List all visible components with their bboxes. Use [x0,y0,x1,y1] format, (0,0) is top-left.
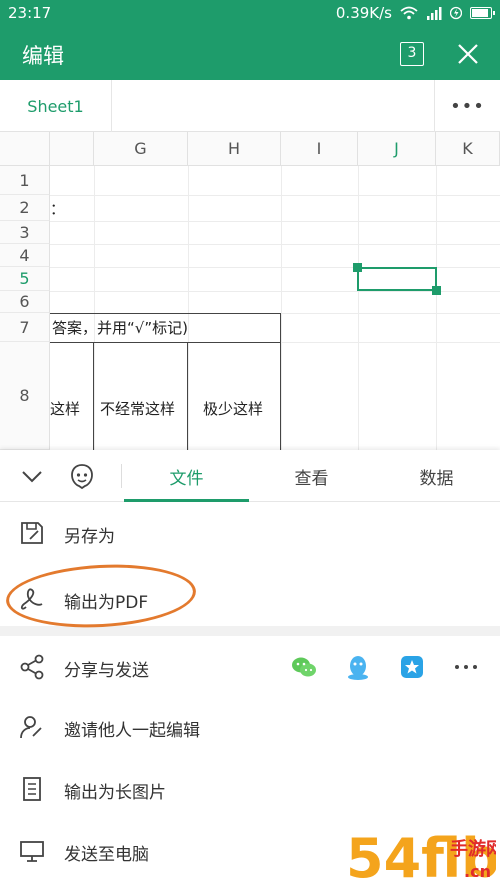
row-header-1[interactable]: 1 [0,166,50,195]
gridline [50,221,500,222]
selection-handle-top-left[interactable] [353,263,362,272]
wechat-icon[interactable] [290,653,318,681]
tab-file[interactable]: 文件 [124,450,249,502]
menu-item-share-send[interactable]: 分享与发送 [0,636,500,698]
qq-icon[interactable] [344,653,372,681]
status-bar: 23:17 0.39K/s [0,0,500,28]
row-header-4[interactable]: 4 [0,244,50,267]
row-header-2[interactable]: 2 [0,195,50,221]
section-divider [0,626,500,636]
tab-data[interactable]: 数据 [374,450,499,502]
row-header-8[interactable]: 8 [0,342,50,450]
gridline [94,166,95,450]
panel-tab-bar: 文件 查看 数据 [0,450,500,502]
watermark-sub: .cn [464,862,491,881]
gridline [50,195,500,196]
gridline [50,244,500,245]
cell-r7[interactable]: 答案，并用“√”标记) [52,317,188,338]
menu-label: 另存为 [64,527,115,547]
network-speed: 0.39K/s [335,4,392,22]
menu-item-save-as[interactable]: 另存为 [0,502,500,564]
long-image-icon [23,777,41,801]
status-right: 0.39K/s [335,4,495,22]
charging-icon [450,6,462,20]
battery-icon [470,7,495,19]
collapse-chevron-icon[interactable] [18,462,46,490]
gridline [188,166,189,450]
column-header-g[interactable]: G [94,132,188,166]
menu-label: 发送至电脑 [64,845,149,865]
gridline [358,166,359,450]
gridline [436,166,437,450]
row-header-7[interactable]: 7 [0,313,50,342]
column-header-j[interactable]: J [358,132,436,166]
assistant-icon[interactable] [68,462,96,490]
invite-user-icon [20,716,42,739]
spreadsheet-grid[interactable]: G H I J K 1 2 3 4 5 6 7 8 ： 答案，并用“√”标记) … [0,132,500,450]
cell-r8-c1[interactable]: 这样 [50,398,80,419]
table-border [93,342,94,450]
cell-selection-j5[interactable] [357,267,437,291]
sheet-more-button[interactable]: ••• [434,80,500,132]
column-header-h[interactable]: H [188,132,281,166]
table-border [50,342,281,343]
sheet-tab-sheet1[interactable]: Sheet1 [0,80,112,132]
signal-icon [427,7,442,20]
table-border [280,313,281,450]
save-as-icon [21,522,43,544]
table-border [187,342,188,450]
selection-handle-bottom-right[interactable] [432,286,441,295]
row-header-6[interactable]: 6 [0,291,50,313]
tab-count-button[interactable]: 3 [400,42,424,66]
menu-label: 邀请他人一起编辑 [64,721,200,741]
column-header-i[interactable]: I [281,132,358,166]
table-border [50,313,281,314]
tab-separator [121,464,122,488]
computer-icon [20,841,44,862]
menu-item-invite-edit[interactable]: 邀请他人一起编辑 [0,696,500,758]
close-icon[interactable] [454,40,482,68]
svg-text:手游网: 手游网 [450,838,496,860]
more-icon[interactable] [452,653,480,681]
status-time: 23:17 [8,4,52,22]
menu-item-export-image[interactable]: 输出为长图片 [0,758,500,820]
menu-label: 输出为长图片 [64,783,166,803]
menu-label: 分享与发送 [64,661,149,681]
watermark-logo: 54flb手游网 手游网 .cn [346,827,496,889]
cell-r8-c3[interactable]: 极少这样 [203,398,263,419]
corner-cell[interactable] [0,132,50,166]
cell-r8-c2[interactable]: 不经常这样 [100,398,175,419]
wifi-icon [400,6,418,20]
column-header-blank[interactable] [50,132,94,166]
app-bar: 编辑 3 [0,28,500,80]
cell-r2[interactable]: ： [50,198,65,219]
sheet-tab-bar: Sheet1 ••• [0,80,500,132]
gridline [281,166,282,450]
row-header-5[interactable]: 5 [0,267,50,291]
tab-view[interactable]: 查看 [249,450,374,502]
row-header-3[interactable]: 3 [0,221,50,244]
share-icon [20,654,44,680]
page-title: 编辑 [22,44,64,68]
qzone-icon[interactable] [398,653,426,681]
column-header-k[interactable]: K [436,132,500,166]
